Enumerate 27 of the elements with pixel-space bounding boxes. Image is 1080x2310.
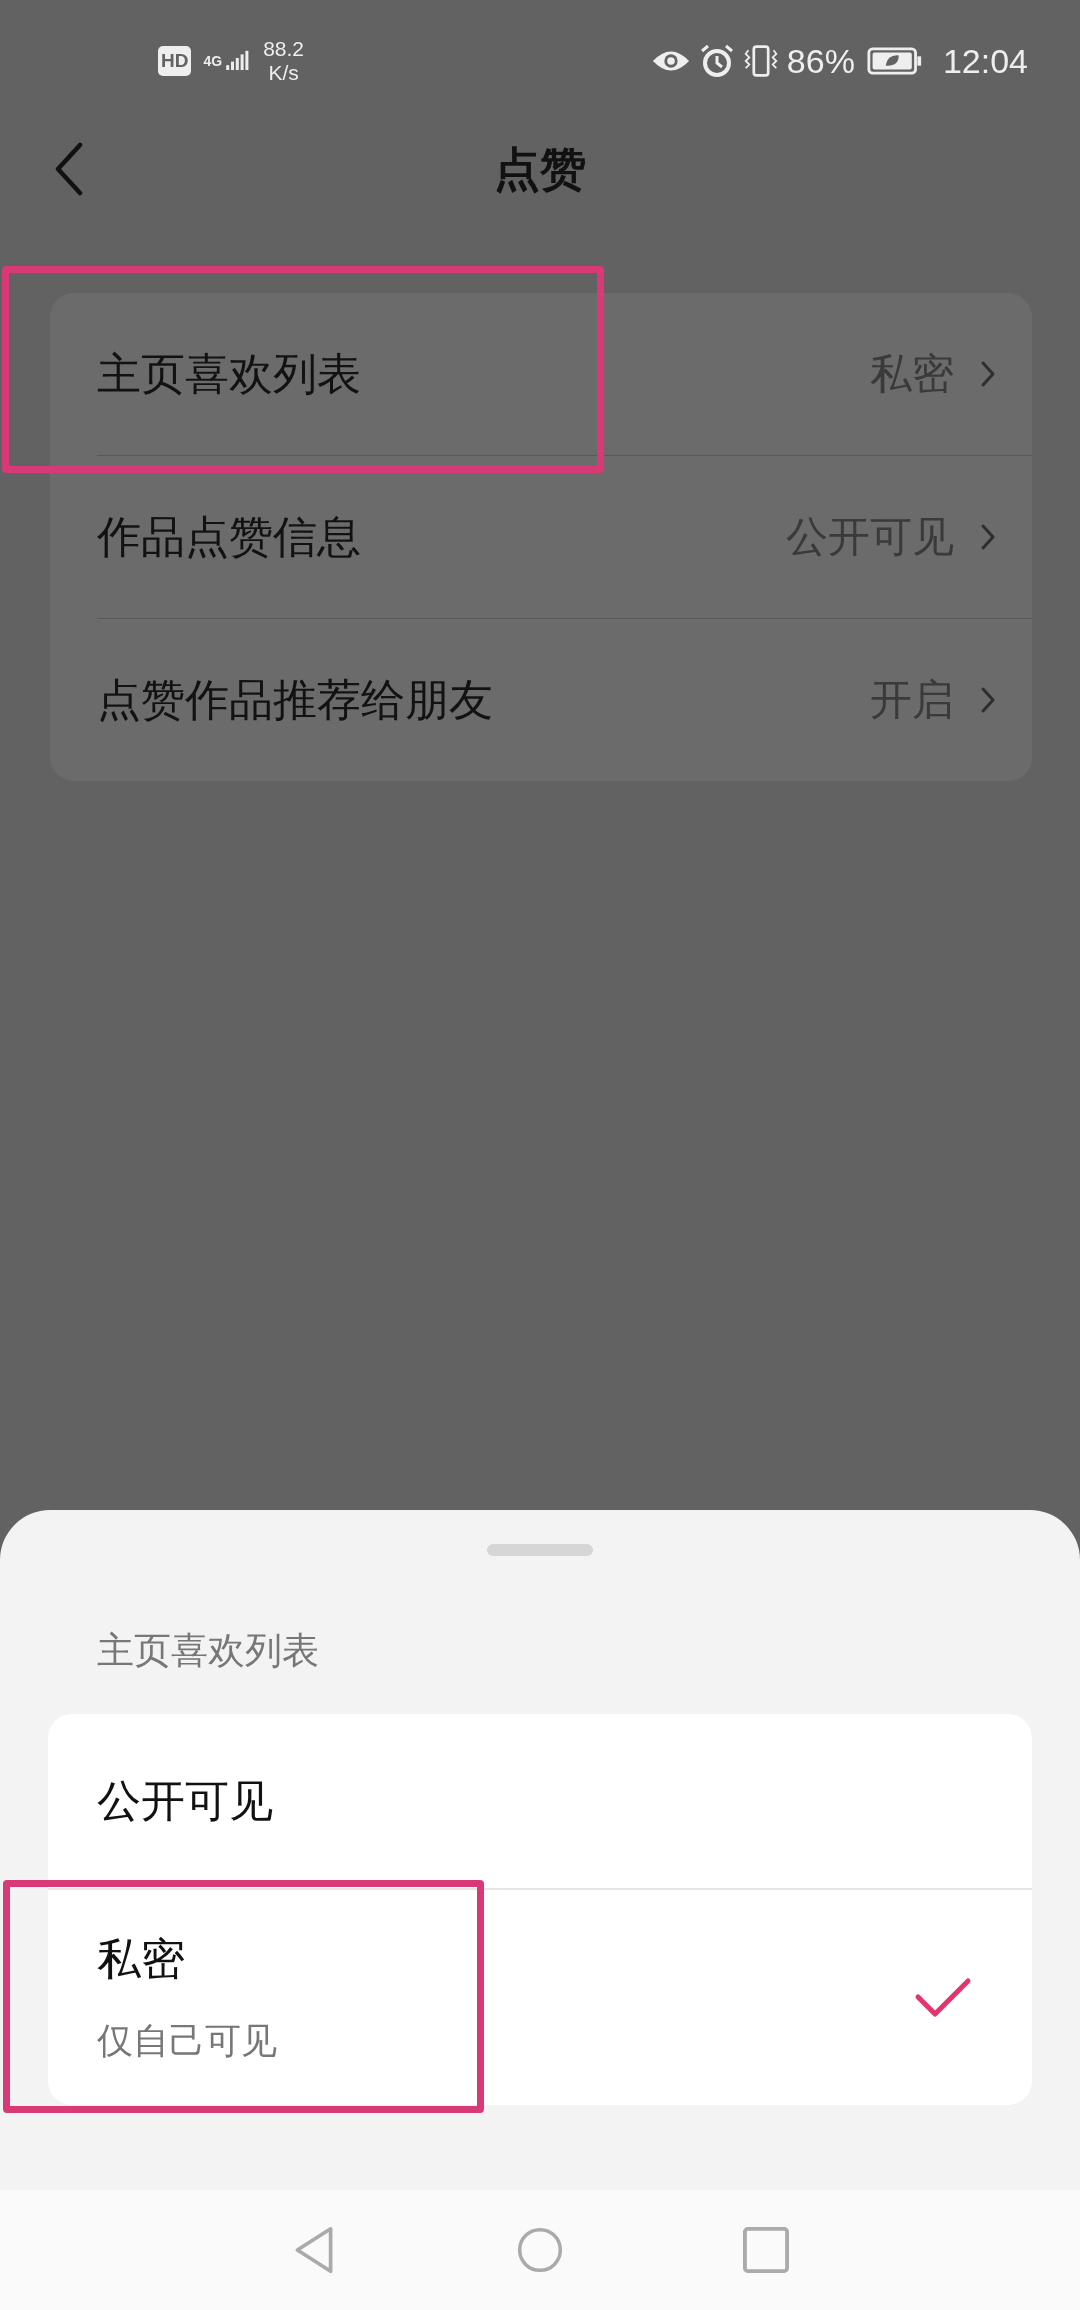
chevron-right-icon xyxy=(980,360,996,388)
speed-unit: K/s xyxy=(268,61,299,85)
setting-label: 点赞作品推荐给朋友 xyxy=(97,673,493,726)
network-type: 4G xyxy=(203,53,223,69)
battery-percent: 86% xyxy=(786,41,855,81)
page-title: 点赞 xyxy=(494,142,586,197)
home-nav-icon[interactable] xyxy=(517,2226,563,2274)
drag-handle[interactable] xyxy=(487,1544,593,1556)
setting-label: 主页喜欢列表 xyxy=(97,347,361,400)
alarm-icon xyxy=(698,43,735,79)
chevron-right-icon xyxy=(980,686,996,714)
back-icon[interactable] xyxy=(54,142,84,196)
signal-icon xyxy=(225,50,250,72)
battery-icon xyxy=(866,47,923,75)
option-label: 私密 xyxy=(97,1932,186,1985)
option-subtitle: 仅自己可见 xyxy=(97,2018,277,2063)
recents-nav-icon[interactable] xyxy=(743,2226,789,2274)
option-row[interactable]: 公开可见 xyxy=(48,1714,1032,1888)
option-label: 公开可见 xyxy=(97,1774,273,1827)
vibrate-icon xyxy=(742,44,779,78)
setting-label: 作品点赞信息 xyxy=(97,510,361,563)
sheet-title: 主页喜欢列表 xyxy=(96,1629,320,1673)
hd-badge: HD xyxy=(158,46,192,76)
speed-value: 88.2 xyxy=(263,37,304,61)
clock-time: 12:04 xyxy=(942,41,1028,81)
chevron-right-icon xyxy=(980,523,996,551)
option-row[interactable]: 私密 仅自己可见 xyxy=(48,1888,1032,2105)
